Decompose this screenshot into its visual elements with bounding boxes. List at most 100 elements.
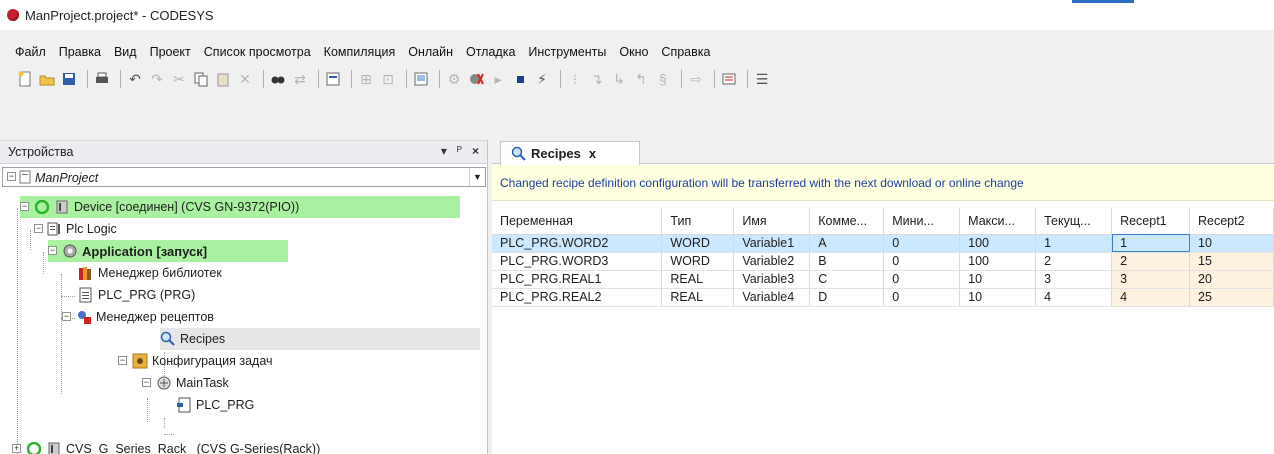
paste-icon[interactable] xyxy=(214,70,232,88)
open-icon[interactable] xyxy=(38,70,56,88)
step-into-icon[interactable]: ↳ xyxy=(610,70,628,88)
table-cell[interactable]: REAL xyxy=(661,288,735,307)
table-cell[interactable]: PLC_PRG.REAL2 xyxy=(492,288,663,307)
table-cell[interactable]: 4 xyxy=(1111,288,1190,307)
menu-debug[interactable]: Отладка xyxy=(466,45,515,59)
table-cell[interactable]: 10 xyxy=(1189,234,1274,253)
table-cell[interactable]: 25 xyxy=(1189,288,1274,307)
table-cell[interactable]: WORD xyxy=(661,252,735,271)
table-cell[interactable]: B xyxy=(809,252,885,271)
tree-item-task-config[interactable]: − Конфигурация задач xyxy=(118,350,273,372)
column-header[interactable]: Recept2 xyxy=(1189,208,1274,235)
table-cell[interactable]: Variable1 xyxy=(733,234,811,253)
table-row[interactable]: PLC_PRG.REAL2 REAL Variable4 D 0 10 4 4 … xyxy=(492,288,1274,307)
tab-recipes[interactable]: Recipes x xyxy=(500,141,640,165)
clipboard-icon[interactable] xyxy=(324,70,342,88)
column-header[interactable]: Комме... xyxy=(809,208,885,235)
save-icon[interactable] xyxy=(60,70,78,88)
undo-icon[interactable]: ↶ xyxy=(126,70,144,88)
new-pou-icon[interactable]: ⊡ xyxy=(379,70,397,88)
add-object-icon[interactable]: ⊞ xyxy=(357,70,375,88)
project-root-row[interactable]: − ManProject ▼ xyxy=(2,167,486,187)
cut-icon[interactable]: ✂ xyxy=(170,70,188,88)
tree-item-plc-logic[interactable]: − Plc Logic xyxy=(34,218,117,240)
print-icon[interactable] xyxy=(93,70,111,88)
tree-item-recipe-manager[interactable]: − Менеджер рецептов xyxy=(62,306,214,328)
menu-build[interactable]: Компиляция xyxy=(324,45,396,59)
combo-dropdown-icon[interactable]: ▼ xyxy=(469,168,485,186)
write-icon[interactable]: ⇨ xyxy=(687,70,705,88)
tree-item-plc-prg-call[interactable]: PLC_PRG xyxy=(176,394,254,416)
table-row[interactable]: PLC_PRG.REAL1 REAL Variable3 C 0 10 3 3 … xyxy=(492,270,1274,289)
delete-icon[interactable]: ✕ xyxy=(236,70,254,88)
menu-help[interactable]: Справка xyxy=(661,45,710,59)
table-cell[interactable]: 1 xyxy=(1035,234,1113,253)
table-cell[interactable]: D xyxy=(809,288,885,307)
find-icon[interactable] xyxy=(269,70,287,88)
table-cell[interactable]: 0 xyxy=(883,234,961,253)
column-header[interactable]: Макси... xyxy=(959,208,1037,235)
column-header[interactable]: Переменная xyxy=(492,208,663,235)
table-cell[interactable]: REAL xyxy=(661,270,735,289)
table-cell[interactable]: Variable2 xyxy=(733,252,811,271)
tree-item-rack[interactable]: + CVS_G_Series_Rack_ (CVS G-Series(Rack)… xyxy=(12,438,320,454)
expander-collapse-icon[interactable]: − xyxy=(20,202,29,211)
redo-icon[interactable]: ↷ xyxy=(148,70,166,88)
panel-close-icon[interactable]: × xyxy=(472,144,479,158)
stop-icon[interactable] xyxy=(511,70,529,88)
login-icon[interactable]: ⚙ xyxy=(445,70,463,88)
column-header[interactable]: Мини... xyxy=(883,208,961,235)
tree-item-maintask[interactable]: − MainTask xyxy=(142,372,229,394)
copy-icon[interactable] xyxy=(192,70,210,88)
menu-watch-list[interactable]: Список просмотра xyxy=(204,45,311,59)
table-cell[interactable]: PLC_PRG.WORD3 xyxy=(492,252,663,271)
tree-item-library-manager[interactable]: Менеджер библиотек xyxy=(78,262,222,284)
tree-item-plc-prg[interactable]: PLC_PRG (PRG) xyxy=(78,284,195,306)
replace-icon[interactable]: ⇄ xyxy=(291,70,309,88)
table-cell[interactable]: 100 xyxy=(959,252,1037,271)
tree-item-recipes[interactable]: Recipes xyxy=(160,328,480,350)
column-header[interactable]: Recept1 xyxy=(1111,208,1190,235)
table-row[interactable]: PLC_PRG.WORD2 WORD Variable1 A 0 100 1 1… xyxy=(492,234,1274,253)
logout-icon[interactable] xyxy=(467,70,485,88)
table-cell[interactable]: 0 xyxy=(883,252,961,271)
run-icon[interactable]: ▸ xyxy=(489,70,507,88)
force-icon[interactable] xyxy=(720,70,738,88)
tab-close-icon[interactable]: x xyxy=(589,146,596,161)
table-row[interactable]: PLC_PRG.WORD3 WORD Variable2 B 0 100 2 2… xyxy=(492,252,1274,271)
new-project-icon[interactable] xyxy=(16,70,34,88)
panel-dropdown-icon[interactable]: ▾ xyxy=(441,144,447,158)
table-cell[interactable]: 1 xyxy=(1111,234,1190,253)
column-header[interactable]: Текущ... xyxy=(1035,208,1113,235)
menu-file[interactable]: Файл xyxy=(15,45,46,59)
table-cell[interactable]: WORD xyxy=(661,234,735,253)
table-cell[interactable]: 2 xyxy=(1111,252,1190,271)
expander-collapse-icon[interactable]: − xyxy=(62,312,71,321)
step-out-icon[interactable]: ↰ xyxy=(632,70,650,88)
column-header[interactable]: Тип xyxy=(661,208,735,235)
panel-pin-icon[interactable]: ᴾ xyxy=(457,144,462,158)
tree-item-application[interactable]: − Application [запуск] xyxy=(48,240,288,262)
table-cell[interactable]: 100 xyxy=(959,234,1037,253)
table-cell[interactable]: A xyxy=(809,234,885,253)
expander-collapse-icon[interactable]: − xyxy=(7,172,16,181)
menu-project[interactable]: Проект xyxy=(150,45,191,59)
table-cell[interactable]: C xyxy=(809,270,885,289)
tree-item-device[interactable]: − Device [соединен] (CVS GN-9372(PIO)) xyxy=(20,196,460,218)
table-cell[interactable]: 15 xyxy=(1189,252,1274,271)
table-cell[interactable]: 3 xyxy=(1035,270,1113,289)
table-cell[interactable]: 0 xyxy=(883,270,961,289)
reset-icon[interactable]: ⚡ xyxy=(533,70,551,88)
compile-icon[interactable]: ☰ xyxy=(753,70,771,88)
expander-collapse-icon[interactable]: − xyxy=(34,224,43,233)
menu-view[interactable]: Вид xyxy=(114,45,137,59)
monitor-icon[interactable] xyxy=(412,70,430,88)
menu-window[interactable]: Окно xyxy=(619,45,648,59)
table-cell[interactable]: 2 xyxy=(1035,252,1113,271)
menu-online[interactable]: Онлайн xyxy=(408,45,453,59)
expander-collapse-icon[interactable]: − xyxy=(142,378,151,387)
table-cell[interactable]: 4 xyxy=(1035,288,1113,307)
table-cell[interactable]: PLC_PRG.REAL1 xyxy=(492,270,663,289)
table-cell[interactable]: 3 xyxy=(1111,270,1190,289)
table-cell[interactable]: 10 xyxy=(959,270,1037,289)
